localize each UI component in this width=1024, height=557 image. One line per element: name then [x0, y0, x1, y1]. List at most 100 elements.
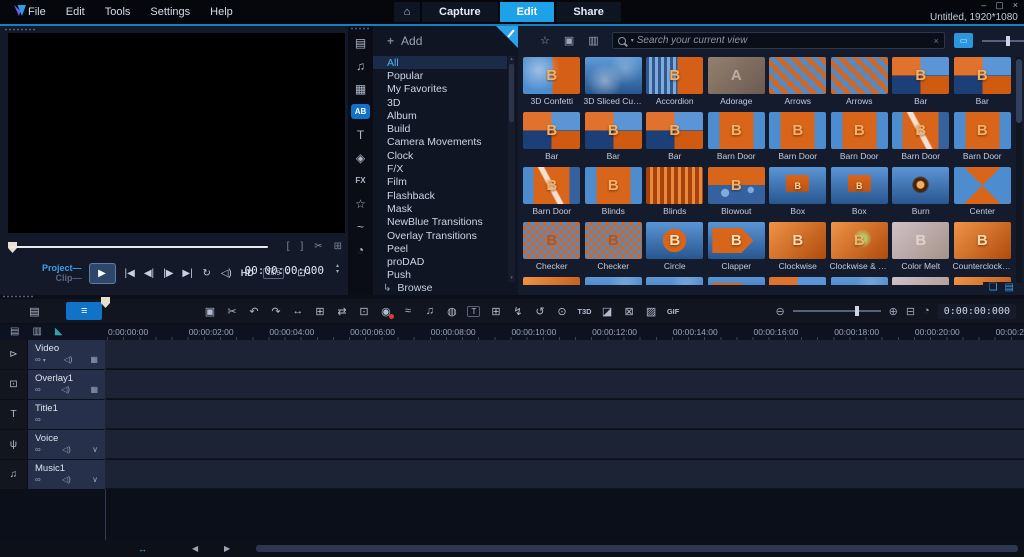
category-item[interactable]: Flashback — [373, 189, 507, 202]
move-to-library-icon[interactable]: ▥ — [588, 34, 598, 47]
transition-thumbnail[interactable]: B Clapper — [706, 222, 768, 277]
tab-capture[interactable]: Capture — [422, 2, 498, 22]
panel-grip[interactable] — [350, 27, 370, 30]
transition-thumbnail[interactable]: B Bar — [890, 57, 952, 112]
category-item[interactable]: Mask — [373, 202, 507, 215]
mark-out-icon[interactable]: ] — [300, 241, 303, 252]
scrub-bar[interactable]: [ ] ✂ ⊞ — [8, 242, 342, 256]
blend-icon[interactable]: ▦ — [90, 385, 98, 394]
category-item[interactable]: Overlay Transitions — [373, 229, 507, 242]
transition-thumbnail[interactable]: B 3D Confetti — [521, 57, 583, 112]
transition-thumbnail[interactable]: B Barn Door — [890, 112, 952, 167]
transition-thumbnail[interactable] — [644, 277, 706, 285]
transition-thumbnail[interactable] — [829, 277, 891, 285]
record-capture-icon[interactable]: ◉ — [379, 305, 392, 318]
prev-frame-icon[interactable]: ◀| — [144, 268, 154, 279]
media-icon[interactable]: ▤ — [351, 35, 370, 50]
transition-thumbnail[interactable]: B Bar — [644, 112, 706, 167]
subtitle-editor-icon[interactable]: T — [467, 306, 480, 317]
split-screen-icon[interactable]: ⊞ — [489, 305, 502, 318]
transition-thumbnail[interactable]: B Clockwise & Ba... — [829, 222, 891, 277]
transition-thumbnail[interactable]: B Barn Door — [952, 112, 1014, 167]
category-item[interactable]: Camera Movements — [373, 136, 507, 149]
volume-icon[interactable]: ◁) — [221, 268, 232, 279]
overlay-track-icon[interactable]: ⊡ — [0, 370, 28, 399]
music-track-lane[interactable] — [105, 460, 1024, 489]
category-scrollbar[interactable]: ▴ ▾ — [508, 56, 515, 282]
track-header-title[interactable]: Title1 ∞ — [28, 400, 105, 429]
transition-thumbnail[interactable]: B Box — [829, 167, 891, 222]
scrollbar-thumb[interactable] — [509, 64, 514, 122]
title-icon[interactable]: T — [351, 127, 370, 142]
panel-grip[interactable] — [2, 295, 34, 298]
link-icon[interactable]: ∞▾ — [35, 355, 46, 364]
repeat-icon[interactable]: ↻ — [202, 268, 212, 279]
category-item[interactable]: Push — [373, 269, 507, 282]
clear-search-icon[interactable]: × — [934, 36, 939, 46]
music-track-icon[interactable]: ♫ — [0, 460, 28, 489]
scrub-track[interactable] — [10, 246, 268, 248]
trim-icon[interactable]: ⊡ — [357, 305, 370, 318]
mute-icon[interactable]: ◁) — [61, 385, 70, 394]
transition-thumbnail[interactable]: B Circle — [644, 222, 706, 277]
transition-thumbnail[interactable]: B Bar — [521, 112, 583, 167]
timecode-stepper[interactable]: ▴ ▾ — [336, 263, 339, 275]
instant-project-icon[interactable]: ▦ — [351, 81, 370, 96]
copy-icon[interactable]: ▣ — [203, 305, 216, 318]
transition-thumbnail[interactable]: Blinds — [644, 167, 706, 222]
scroll-left-icon[interactable]: ◀ — [192, 544, 198, 553]
filter-icon[interactable]: FX — [351, 173, 370, 188]
transition-thumbnail[interactable]: Burn — [890, 167, 952, 222]
pan-zoom-icon[interactable]: ⊠ — [623, 305, 636, 318]
transition-thumbnail[interactable] — [890, 277, 952, 285]
track-header-voice[interactable]: Voice ∞ ◁) ∨ — [28, 430, 105, 459]
browse-button[interactable]: ↳ Browse — [383, 282, 432, 294]
pin-panel-icon[interactable] — [496, 26, 518, 48]
slider-thumb[interactable] — [1006, 36, 1010, 46]
link-icon[interactable]: ∞ — [35, 445, 41, 454]
mute-icon[interactable]: ◁) — [64, 355, 73, 364]
transition-thumbnail[interactable] — [706, 277, 768, 285]
redo-icon[interactable]: ↷ — [269, 305, 282, 318]
menu-item[interactable]: Help — [210, 6, 233, 18]
transition-thumbnail[interactable]: B Color Melt — [890, 222, 952, 277]
duration-icon[interactable]: ◔ — [923, 305, 930, 317]
transition-thumbnail[interactable] — [583, 277, 645, 285]
menu-item[interactable]: Edit — [66, 6, 85, 18]
mute-icon[interactable]: ◁) — [62, 445, 71, 454]
timeline-view-icon[interactable]: ≡ — [66, 302, 102, 320]
transition-thumbnail[interactable]: B Checker — [521, 222, 583, 277]
panel-grip[interactable] — [4, 28, 36, 31]
timeline-timecode[interactable]: 0:00:00:000 — [938, 304, 1016, 319]
category-item[interactable]: 3D — [373, 96, 507, 109]
transition-thumbnail[interactable]: B Checker — [583, 222, 645, 277]
storyboard-view-icon[interactable]: ▤ — [28, 305, 41, 318]
restore-button[interactable]: ▢ — [995, 0, 1004, 11]
transition-thumbnail[interactable]: B Accordion — [644, 57, 706, 112]
scrollbar-thumb[interactable] — [1016, 59, 1022, 123]
highlight-reel-icon[interactable]: ▨ — [645, 305, 658, 318]
scroll-up-icon[interactable]: ▴ — [510, 56, 513, 62]
copy-to-library-icon[interactable]: ▣ — [564, 34, 574, 47]
category-item[interactable]: proDAD — [373, 255, 507, 268]
transition-thumbnail[interactable]: B Bar — [952, 57, 1014, 112]
transition-thumbnail[interactable]: B Box — [767, 167, 829, 222]
transition-thumbnail[interactable]: B Barn Door — [706, 112, 768, 167]
transition-thumbnail[interactable]: Arrows — [767, 57, 829, 112]
blend-clips-icon[interactable]: ◍ — [445, 305, 458, 318]
category-item[interactable]: Clock — [373, 149, 507, 162]
mode-clip[interactable]: Clip— — [42, 273, 82, 283]
category-item[interactable]: Peel — [373, 242, 507, 255]
category-item[interactable]: Build — [373, 122, 507, 135]
step-down-icon[interactable]: ▾ — [336, 269, 339, 275]
player-timecode[interactable]: 00:00:00:000 — [245, 264, 324, 277]
scroll-right-icon[interactable]: ▶ — [224, 544, 230, 553]
add-favorite-icon[interactable]: ☆ — [540, 34, 550, 47]
video-track-lane[interactable] — [105, 340, 1024, 369]
view-toggle-button[interactable]: ▭ — [954, 33, 974, 48]
transition-thumbnail[interactable]: B Barn Door — [521, 167, 583, 222]
sound-mixer-icon[interactable]: ≈ — [401, 305, 414, 317]
transition-thumbnail[interactable]: A Adorage — [706, 57, 768, 112]
path-icon[interactable]: ~ — [351, 219, 370, 234]
chevron-down-icon[interactable]: ∨ — [92, 475, 98, 484]
